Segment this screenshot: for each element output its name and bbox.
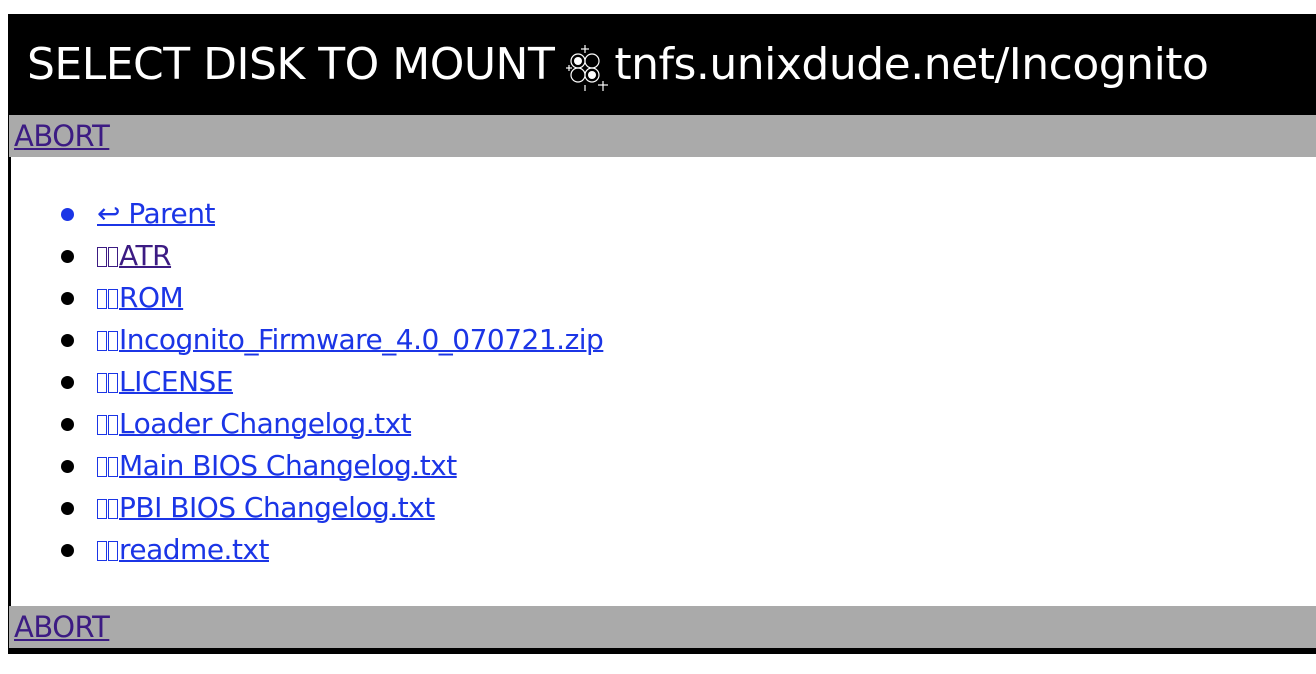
abort-bar-bottom: ABORT [9,606,1316,648]
list-item: ROM [11,277,603,319]
abort-link-top[interactable]: ABORT [14,119,110,153]
file-icon [97,457,107,477]
file-icon [97,415,107,435]
abort-bar-top: ABORT [9,115,1316,157]
page-frame: SELECT DISK TO MOUNT tnfs.unixdude.net/I… [8,14,1316,654]
file-link[interactable]: PBI BIOS Changelog.txt [97,491,435,524]
parent-link[interactable]: ↩ Parent [97,197,216,230]
file-link[interactable]: Main BIOS Changelog.txt [97,449,457,482]
file-icon [108,331,118,351]
list-item: LICENSE [11,361,603,403]
list-item-label: ROM [119,281,184,314]
list-item-label: Incognito_Firmware_4.0_070721.zip [119,323,604,356]
folder-icon [108,289,118,309]
list-bullet [61,460,74,473]
list-bullet [61,502,74,515]
file-link[interactable]: readme.txt [97,533,269,566]
list-item: Main BIOS Changelog.txt [11,445,603,487]
list-bullet [61,292,74,305]
folder-link[interactable]: ROM [97,281,184,314]
folder-link[interactable]: ATR [97,239,172,272]
file-icon [108,415,118,435]
abort-link-bottom[interactable]: ABORT [14,610,110,644]
file-list: ↩ Parent ATR ROM Incognito_Firmware_4.0_070… [11,193,604,571]
file-icon [108,541,118,561]
list-item: PBI BIOS Changelog.txt [11,487,603,529]
file-icon [97,499,107,519]
file-icon [108,499,118,519]
list-item-label: Main BIOS Changelog.txt [119,449,457,482]
list-bullet [61,208,74,221]
file-icon [108,457,118,477]
list-item: readme.txt [11,529,603,571]
file-link[interactable]: Loader Changelog.txt [97,407,412,440]
header-title: SELECT DISK TO MOUNT [27,39,555,90]
list-bullet [61,334,74,347]
file-link[interactable]: LICENSE [97,365,234,398]
header-host-path: tnfs.unixdude.net/Incognito [614,39,1209,90]
file-icon [108,373,118,393]
list-bullet [61,376,74,389]
list-item-parent: ↩ Parent [11,193,603,235]
list-item: Incognito_Firmware_4.0_070721.zip [11,319,604,361]
list-item-label: ↩ Parent [97,197,216,230]
list-item-label: ATR [119,239,172,272]
list-bullet [61,250,74,263]
list-item-label: Loader Changelog.txt [119,407,412,440]
file-link[interactable]: Incognito_Firmware_4.0_070721.zip [97,323,604,356]
list-bullet [61,418,74,431]
tnfs-network-icon [566,44,609,91]
list-bullet [61,544,74,557]
list-item-label: PBI BIOS Changelog.txt [119,491,435,524]
page-header: SELECT DISK TO MOUNT tnfs.unixdude.net/I… [8,14,1316,115]
folder-icon [97,289,107,309]
file-icon [97,373,107,393]
file-list-area: ↩ Parent ATR ROM Incognito_Firmware_4.0_070… [11,157,1316,606]
folder-icon [108,247,118,267]
list-item-label: LICENSE [119,365,234,398]
folder-icon [97,247,107,267]
file-icon [97,331,107,351]
list-item-label: readme.txt [119,533,269,566]
list-item: Loader Changelog.txt [11,403,603,445]
list-item: ATR [11,235,603,277]
file-icon [97,541,107,561]
